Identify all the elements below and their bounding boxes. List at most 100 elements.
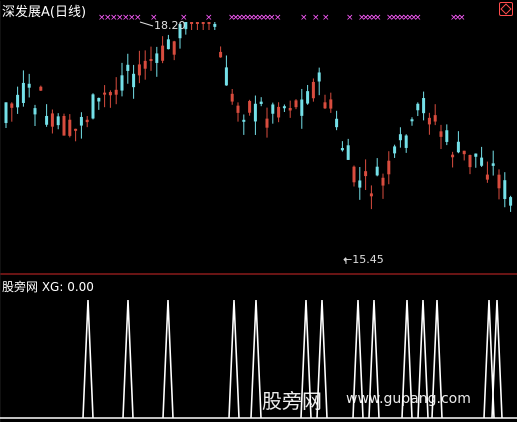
- candle-body: [427, 117, 431, 125]
- signal-spike: [491, 299, 503, 419]
- settings-icon[interactable]: [499, 2, 513, 16]
- candle-body: [132, 73, 136, 88]
- candle-body: [393, 146, 397, 154]
- candle-body: [97, 97, 101, 102]
- signal-marker: ×: [205, 13, 213, 23]
- chart-title: 深发展A(日线): [2, 5, 87, 20]
- candle-body: [445, 130, 449, 142]
- signal-marker: ×: [346, 13, 354, 23]
- candle-body: [190, 22, 194, 24]
- signal-spike: [228, 299, 240, 419]
- candle-body: [236, 105, 240, 113]
- chart-canvas: ××××××× × × × ×××××××××××× × × × × ××××× ×××××××× ×…: [0, 1, 517, 422]
- candle-body: [213, 23, 217, 27]
- candle-body: [242, 119, 246, 122]
- candle-body: [509, 197, 513, 206]
- candle-body: [201, 22, 205, 24]
- candle-body: [265, 118, 269, 128]
- candle-body: [85, 119, 89, 123]
- candle-body: [398, 134, 402, 141]
- candle-body: [485, 174, 489, 180]
- candle-body: [375, 166, 379, 176]
- candle-body: [21, 82, 25, 103]
- candle-body: [404, 135, 408, 148]
- candle-body: [16, 94, 20, 108]
- candle-body: [259, 101, 263, 104]
- signal-marker: ×: [274, 13, 282, 23]
- signal-spike: [162, 299, 174, 419]
- candle-body: [439, 131, 443, 137]
- candle-body: [207, 22, 211, 24]
- signal-marker: ×: [134, 13, 142, 23]
- candle-body: [462, 150, 466, 155]
- candle-body: [50, 113, 54, 127]
- candle-body: [108, 92, 112, 96]
- indicator-panel-title: 股旁网 XG: 0.00: [2, 278, 94, 295]
- candle-body: [56, 116, 60, 126]
- candle-body: [340, 148, 344, 151]
- candle-body: [172, 41, 176, 55]
- signal-marker: ×: [300, 13, 308, 23]
- candle-body: [45, 115, 49, 125]
- candle-body: [137, 64, 141, 76]
- candle-body: [474, 153, 478, 157]
- candle-body: [39, 86, 43, 91]
- candle-body: [317, 72, 321, 82]
- candle-body: [306, 91, 310, 104]
- candle-body: [329, 99, 333, 109]
- candle-body: [456, 141, 460, 153]
- candle-body: [271, 104, 275, 114]
- candle-body: [248, 101, 252, 113]
- candle-body: [323, 102, 327, 109]
- candle-body: [503, 180, 507, 199]
- candle-body: [166, 39, 170, 50]
- candle-body: [491, 163, 495, 166]
- watermark-url: www.gupang.com: [346, 391, 471, 407]
- candle-body: [68, 119, 72, 136]
- candle-body: [155, 53, 159, 63]
- signal-marker: ×: [458, 13, 466, 23]
- signal-spike: [122, 299, 134, 419]
- candle-body: [161, 45, 165, 61]
- candle-body: [33, 108, 37, 115]
- signal-spike: [250, 299, 262, 419]
- candle-body: [346, 145, 350, 160]
- candle-body: [311, 81, 315, 99]
- candle-body: [364, 171, 368, 177]
- candle-body: [416, 103, 420, 111]
- candle-body: [79, 116, 83, 126]
- candle-body: [91, 94, 95, 119]
- candle-body: [410, 119, 414, 122]
- candle-body: [497, 174, 501, 189]
- signal-spike: [82, 299, 94, 419]
- candle-body: [103, 92, 107, 95]
- candle-body: [480, 157, 484, 166]
- candle-body: [4, 102, 8, 124]
- candle-body: [219, 51, 223, 58]
- candle-body: [335, 118, 339, 128]
- candle-body: [282, 106, 286, 109]
- candle-body: [294, 100, 298, 108]
- low-price-label: ←15.45: [343, 253, 384, 266]
- candle-body: [358, 180, 362, 188]
- indicator-title-text: 股旁网 XG: 0.00: [2, 280, 94, 294]
- candle-body: [114, 89, 118, 95]
- candle-body: [433, 115, 437, 122]
- candle-body: [62, 115, 66, 136]
- candle-body: [369, 193, 373, 197]
- candle-body: [277, 106, 281, 118]
- signal-marker: ×: [414, 13, 422, 23]
- candle-body: [224, 67, 228, 86]
- candle-body: [126, 64, 130, 71]
- watermark-text: 股旁网: [262, 389, 322, 413]
- candle-body: [300, 99, 304, 116]
- chart-window: × × × × × × × × × × × × × × × × × × × × × × × × × × × × × × × × × × × × × × × ×…: [0, 0, 517, 422]
- high-price-label: 18.20: [154, 19, 186, 32]
- candle-body: [422, 98, 426, 114]
- signal-marker: ×: [322, 13, 330, 23]
- candle-body: [387, 160, 391, 175]
- candle-body: [381, 177, 385, 186]
- candle-body: [74, 128, 78, 131]
- candle-body: [195, 22, 199, 24]
- signal-marker: ×: [312, 13, 320, 23]
